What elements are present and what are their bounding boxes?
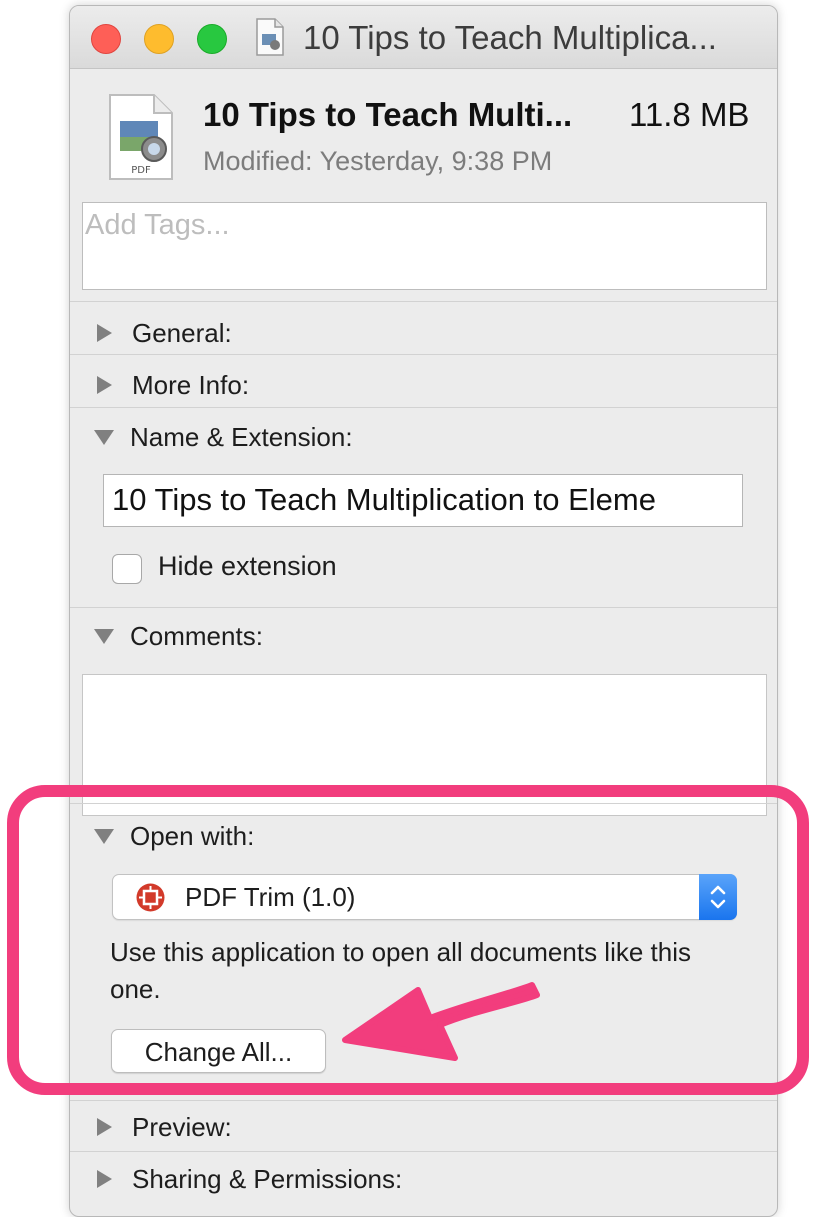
divider [70, 607, 777, 608]
close-window-button[interactable] [91, 24, 121, 54]
tags-input[interactable]: Add Tags... [82, 202, 767, 290]
divider [70, 407, 777, 408]
title-bar[interactable]: 10 Tips to Teach Multiplica... [70, 6, 777, 69]
section-preview-label: Preview: [132, 1111, 232, 1142]
section-comments[interactable]: Comments: [94, 616, 263, 656]
document-proxy-icon[interactable] [255, 18, 285, 56]
tags-placeholder: Add Tags... [85, 209, 230, 241]
section-name-extension[interactable]: Name & Extension: [94, 417, 353, 457]
divider [70, 301, 777, 302]
filename-value: 10 Tips to Teach Multiplication to Eleme [112, 482, 656, 517]
window-title: 10 Tips to Teach Multiplica... [303, 19, 717, 56]
hide-extension-label[interactable]: Hide extension [158, 551, 337, 582]
file-modified-date: Modified: Yesterday, 9:38 PM [203, 146, 553, 176]
section-general-label: General: [132, 317, 232, 348]
minimize-window-button[interactable] [144, 24, 174, 54]
hide-extension-checkbox[interactable] [112, 554, 142, 584]
disclosure-triangle-collapsed-icon[interactable] [97, 324, 112, 342]
disclosure-triangle-collapsed-icon[interactable] [97, 1170, 112, 1188]
svg-text:PDF: PDF [131, 165, 151, 176]
section-preview[interactable]: Preview: [94, 1107, 232, 1147]
disclosure-triangle-expanded-icon[interactable] [94, 628, 114, 644]
section-name-extension-label: Name & Extension: [130, 421, 353, 452]
divider [70, 354, 777, 355]
divider [70, 1100, 777, 1101]
zoom-window-button[interactable] [197, 24, 227, 54]
disclosure-triangle-collapsed-icon[interactable] [97, 376, 112, 394]
divider [70, 1151, 777, 1152]
pdf-document-icon: PDF [109, 94, 173, 180]
section-comments-label: Comments: [130, 620, 263, 651]
section-more-info[interactable]: More Info: [94, 365, 249, 405]
section-sharing-permissions[interactable]: Sharing & Permissions: [94, 1159, 402, 1199]
filename-field[interactable]: 10 Tips to Teach Multiplication to Eleme [103, 474, 743, 527]
disclosure-triangle-collapsed-icon[interactable] [97, 1118, 112, 1136]
file-size: 11.8 MB [629, 96, 750, 133]
highlight-box [7, 785, 809, 1095]
disclosure-triangle-expanded-icon[interactable] [94, 429, 114, 445]
file-name: 10 Tips to Teach Multi... [203, 96, 573, 133]
section-more-info-label: More Info: [132, 369, 250, 400]
section-sharing-label: Sharing & Permissions: [132, 1163, 403, 1194]
section-general[interactable]: General: [94, 313, 232, 353]
